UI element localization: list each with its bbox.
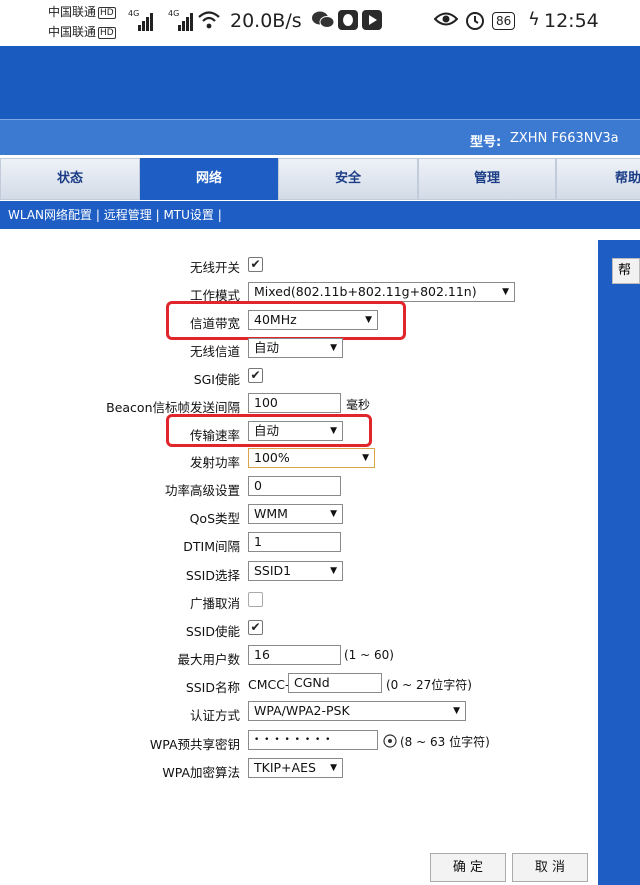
- qos-type-label: QoS类型: [189, 511, 240, 526]
- tx-power-label: 发射功率: [189, 455, 240, 470]
- wpa-psk-label: WPA预共享密钥: [149, 737, 240, 752]
- qos-type-select[interactable]: WMM ▼: [248, 504, 343, 524]
- eye-icon: [433, 10, 459, 32]
- channel-bandwidth-select[interactable]: 40MHz ▼: [248, 310, 378, 330]
- play-app-icon: [362, 10, 382, 34]
- ssid-name-hint: (0 ~ 27位字符): [386, 678, 472, 692]
- cancel-button[interactable]: 取 消: [512, 853, 588, 882]
- router-header: [0, 46, 640, 119]
- tab-network[interactable]: 网络: [140, 158, 278, 200]
- ssid-enable-label: SSID使能: [185, 624, 240, 639]
- ssid-enable-checkbox[interactable]: ✔: [248, 620, 263, 635]
- dtim-label: DTIM间隔: [183, 539, 240, 554]
- auth-mode-select[interactable]: WPA/WPA2-PSK ▼: [248, 701, 466, 721]
- ssid-select[interactable]: SSID1 ▼: [248, 561, 343, 581]
- alarm-icon: [464, 10, 486, 34]
- ssid-name-label: SSID名称: [185, 680, 240, 695]
- work-mode-select[interactable]: Mixed(802.11b+802.11g+802.11n) ▼: [248, 282, 515, 302]
- ssid-select-label: SSID选择: [185, 568, 240, 583]
- carrier-1: 中国联通 HD: [48, 5, 116, 19]
- show-password-eye-icon[interactable]: [382, 733, 398, 752]
- beacon-interval-input[interactable]: 100: [248, 393, 341, 413]
- max-users-input[interactable]: 16: [248, 645, 341, 665]
- wireless-switch-checkbox[interactable]: ✔: [248, 257, 263, 272]
- tab-management[interactable]: 管理: [418, 158, 556, 200]
- subnav-remote[interactable]: 远程管理: [104, 208, 152, 222]
- subnav-mtu[interactable]: MTU设置: [163, 208, 213, 222]
- status-bar: 中国联通 HD 中国联通 HD 4G 4G 20.0B/s 86 ϟ 12:54: [0, 0, 640, 46]
- channel-bandwidth-label: 信道带宽: [189, 316, 240, 331]
- charging-icon: ϟ: [528, 9, 540, 30]
- beacon-unit: 毫秒: [346, 398, 371, 412]
- screen: { "status_bar": { "carrier_1": "中国联通", "…: [0, 0, 640, 885]
- wpa-encryption-label: WPA加密算法: [162, 765, 240, 780]
- ssid-prefix: CMCC-: [248, 677, 290, 692]
- wpa-psk-input[interactable]: • • • • • • • •: [248, 730, 378, 750]
- wpa-psk-hint: (8 ~ 63 位字符): [400, 735, 490, 749]
- main-tabs: 状态 网络 安全 管理 帮助: [0, 155, 640, 201]
- qq-app-icon: [338, 10, 358, 34]
- max-users-hint: (1 ~ 60): [344, 648, 394, 662]
- signal-icon-2: 4G: [168, 9, 194, 31]
- model-bar: 型号: ZXHN F663NV3a: [0, 119, 640, 155]
- ssid-name-input[interactable]: CGNd: [288, 673, 382, 693]
- battery-icon: 86: [492, 12, 516, 30]
- wpa-encryption-select[interactable]: TKIP+AES ▼: [248, 758, 343, 778]
- tab-help[interactable]: 帮助: [556, 158, 640, 200]
- wireless-switch-label: 无线开关: [189, 260, 240, 275]
- model-label: 型号:: [470, 135, 502, 150]
- help-button[interactable]: 帮: [612, 258, 640, 284]
- confirm-button[interactable]: 确 定: [430, 853, 506, 882]
- tx-power-select[interactable]: 100% ▼: [248, 448, 375, 468]
- broadcast-cancel-label: 广播取消: [189, 596, 240, 611]
- wechat-icon: [312, 10, 335, 34]
- wireless-channel-select[interactable]: 自动 ▼: [248, 338, 343, 358]
- auth-mode-label: 认证方式: [189, 708, 240, 723]
- wifi-icon: [198, 10, 220, 34]
- network-speed: 20.0B/s: [230, 10, 302, 32]
- sub-navigation: WLAN网络配置 | 远程管理 | MTU设置 |: [0, 201, 640, 229]
- subnav-wlan[interactable]: WLAN网络配置: [8, 208, 92, 222]
- tab-status[interactable]: 状态: [0, 158, 140, 200]
- sgi-checkbox[interactable]: ✔: [248, 368, 263, 383]
- tx-rate-label: 传输速率: [189, 428, 240, 443]
- right-panel: [598, 240, 640, 885]
- dtim-input[interactable]: 1: [248, 532, 341, 552]
- max-users-label: 最大用户数: [177, 652, 240, 667]
- signal-icon: 4G: [128, 9, 154, 31]
- broadcast-cancel-checkbox[interactable]: [248, 592, 263, 607]
- wireless-channel-label: 无线信道: [189, 344, 240, 359]
- carrier-2: 中国联通 HD: [48, 25, 116, 39]
- power-level-input[interactable]: 0: [248, 476, 341, 496]
- sgi-label: SGI使能: [193, 372, 240, 387]
- tab-security[interactable]: 安全: [278, 158, 418, 200]
- model-value: ZXHN F663NV3a: [510, 131, 619, 146]
- tx-rate-select[interactable]: 自动 ▼: [248, 421, 343, 441]
- power-level-label: 功率高级设置: [164, 483, 240, 498]
- clock: 12:54: [544, 10, 599, 32]
